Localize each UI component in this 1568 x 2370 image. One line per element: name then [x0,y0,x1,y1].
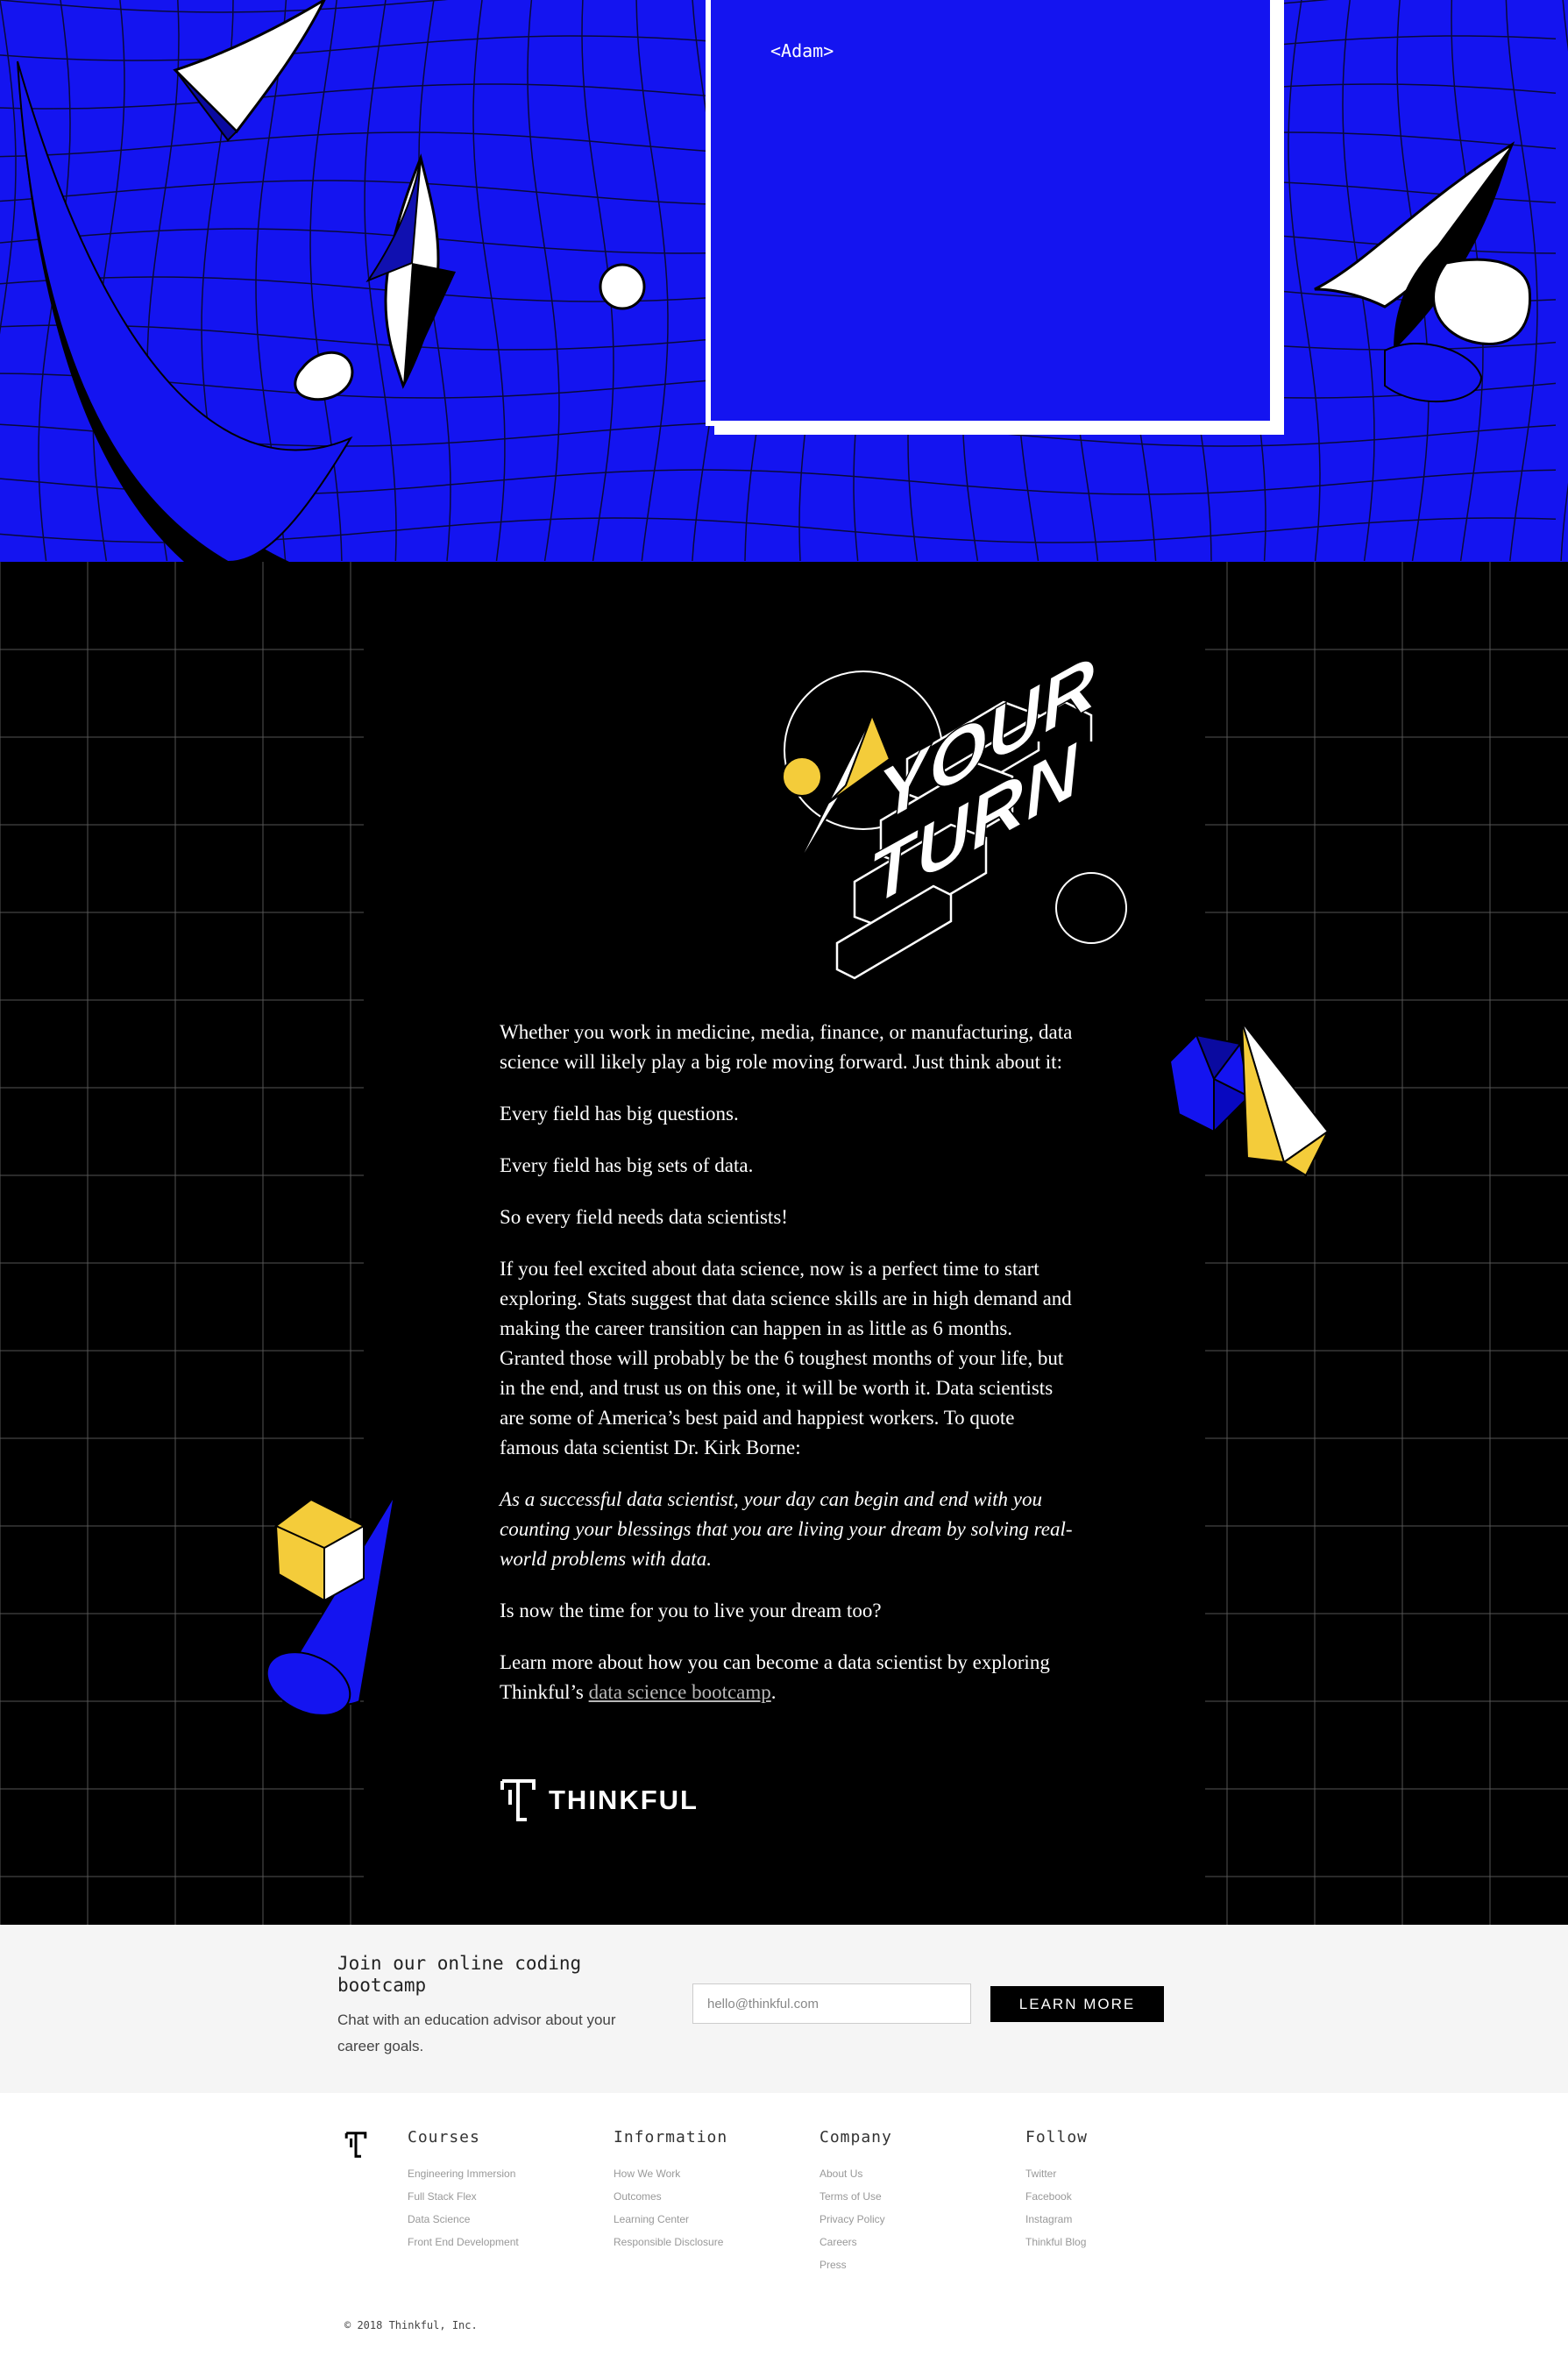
footer-column-information: Information How We Work Outcomes Learnin… [614,2128,815,2253]
footer-column-title: Company [819,2128,892,2146]
footer-link[interactable]: Front End Development [408,2231,609,2253]
footer-link[interactable]: Thinkful Blog [1025,2231,1227,2253]
footer-link[interactable]: Press [819,2253,1021,2276]
footer-link[interactable]: How We Work [614,2162,815,2185]
article-paragraph: Whether you work in medicine, media, fin… [500,1021,1073,1073]
copyright: © 2018 Thinkful, Inc. [344,2319,478,2331]
footer-link[interactable]: Facebook [1025,2185,1227,2208]
article-question: Is now the time for you to live your dre… [500,1600,882,1621]
footer-column-title: Follow [1025,2128,1089,2146]
hero-white-blob [294,351,354,401]
article-paragraph: If you feel excited about data science, … [500,1258,1072,1458]
footer-column-follow: Follow Twitter Facebook Instagram Thinkf… [1025,2128,1227,2253]
footer-link[interactable]: Engineering Immersion [408,2162,609,2185]
thinkful-wordmark: THINKFUL [549,1785,699,1815]
footer-link[interactable]: Terms of Use [819,2185,1021,2208]
footer-link[interactable]: Careers [819,2231,1021,2253]
site-footer: Courses Engineering Immersion Full Stack… [0,2093,1568,2370]
hero-white-shard [173,0,326,134]
footer-link[interactable]: Data Science [408,2208,609,2231]
footer-link[interactable]: Twitter [1025,2162,1227,2185]
bootcamp-link[interactable]: data science bootcamp [589,1681,771,1703]
signup-banner: Join our online coding bootcamp Chat wit… [0,1925,1568,2093]
article-body: Whether you work in medicine, media, fin… [500,1018,1078,1729]
hero-white-circle [599,263,646,310]
footer-link[interactable]: Outcomes [614,2185,815,2208]
thinkful-mark-icon [500,1779,536,1821]
article-panel: YOUR TURN Whether you work in medicine, … [364,562,1205,1925]
footer-link[interactable]: About Us [819,2162,1021,2185]
article-paragraph: Every field has big questions. [500,1103,739,1125]
article-quote: As a successful data scientist, your day… [500,1488,1073,1570]
hero-illustration: <Adam> [0,0,1568,562]
cube-cone-decoration [266,1494,395,1716]
footer-column-title: Courses [408,2128,480,2146]
cta-suffix: . [770,1681,777,1703]
article-cta: Learn more about how you can become a da… [500,1648,1078,1707]
article-paragraph: Every field has big sets of data. [500,1154,754,1176]
footer-column-courses: Courses Engineering Immersion Full Stack… [408,2128,609,2253]
article-section: YOUR TURN Whether you work in medicine, … [0,562,1568,1925]
quote-author: <Adam> [770,40,834,61]
cube-pyramid-decoration [1168,1021,1330,1177]
footer-link[interactable]: Privacy Policy [819,2208,1021,2231]
email-input[interactable] [692,1983,971,2024]
signup-title: Join our online coding bootcamp [337,1953,582,1996]
footer-column-title: Information [614,2128,728,2146]
signup-subtitle: Chat with an education advisor about you… [337,2012,616,2054]
footer-link[interactable]: Full Stack Flex [408,2185,609,2208]
footer-link[interactable]: Learning Center [614,2208,815,2231]
article-paragraph: So every field needs data scientists! [500,1206,788,1228]
thinkful-logo[interactable]: THINKFUL [500,1778,699,1822]
footer-link[interactable]: Responsible Disclosure [614,2231,815,2253]
footer-link[interactable]: Instagram [1025,2208,1227,2231]
hero-right-blob [1432,258,1532,345]
thinkful-footer-logo-icon[interactable] [344,2132,367,2158]
learn-more-button[interactable]: LEARN MORE [990,1986,1164,2022]
quote-card: <Adam> [706,0,1275,426]
your-turn-heading: YOUR TURN [782,654,1127,980]
footer-column-company: Company About Us Terms of Use Privacy Po… [819,2128,1021,2276]
